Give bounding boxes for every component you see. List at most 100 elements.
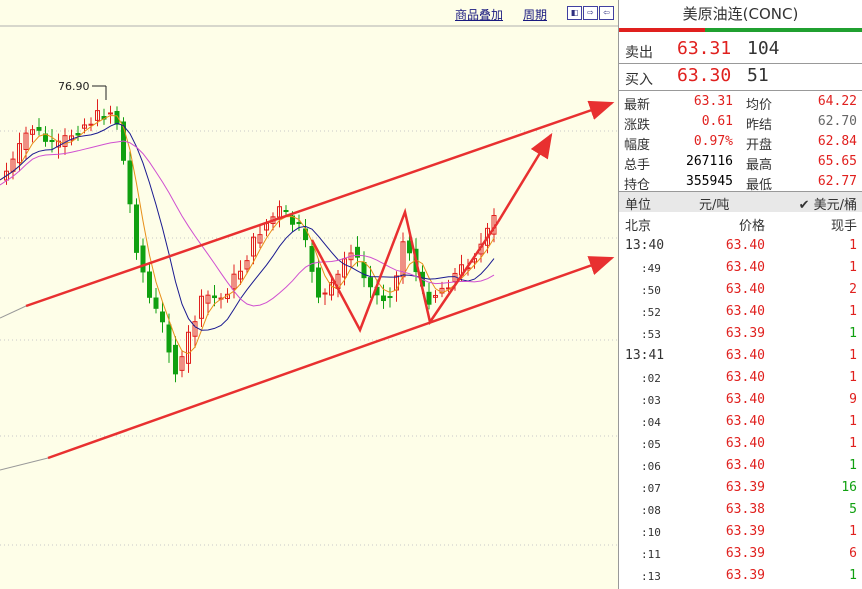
bid-volume: 51 xyxy=(747,65,769,86)
tick-volume: 1 xyxy=(849,304,857,319)
channel-extension xyxy=(0,305,27,319)
stat-value: 65.65 xyxy=(817,154,857,169)
tick-time: :08 xyxy=(641,504,661,517)
candle-body xyxy=(160,311,165,323)
candle-body xyxy=(88,123,94,126)
candle-body xyxy=(140,245,146,273)
tick-price: 63.39 xyxy=(725,568,765,583)
breakout-arrow xyxy=(496,132,553,223)
tick-price: 63.40 xyxy=(725,260,765,275)
candle-body xyxy=(381,295,386,302)
tick-time: :52 xyxy=(641,306,661,319)
candle-body xyxy=(212,295,217,299)
tick-time: :53 xyxy=(641,328,661,341)
candle-body xyxy=(153,297,159,309)
instrument-title: 美原油连(CONC) xyxy=(682,5,799,23)
tick-row: :02 63.40 1 xyxy=(619,367,862,389)
candle-body xyxy=(134,204,139,253)
tick-volume: 1 xyxy=(849,370,857,385)
ask-label: 卖出 xyxy=(625,45,653,61)
tick-volume: 1 xyxy=(849,436,857,451)
arrow-left-icon[interactable]: ⇦ xyxy=(599,6,614,20)
tick-price: 63.39 xyxy=(725,326,765,341)
stat-value: 64.22 xyxy=(817,94,857,109)
tick-volume: 1 xyxy=(849,458,857,473)
tick-row: :08 63.38 5 xyxy=(619,499,862,521)
stat-value: 0.61 xyxy=(701,114,733,129)
stat-row: 涨跌 0.61 昨结 62.70 xyxy=(619,112,862,133)
candle-body xyxy=(166,324,172,353)
tick-time: 13:40 xyxy=(625,238,665,253)
stat-value: 63.31 xyxy=(693,94,733,109)
stat-value: 62.70 xyxy=(817,114,857,129)
panel-toggle-icon[interactable]: ◧ xyxy=(567,6,582,20)
tick-row: :05 63.40 1 xyxy=(619,433,862,455)
ticks-price-header: 价格 xyxy=(738,219,765,234)
tick-price: 63.40 xyxy=(725,282,765,297)
tick-volume: 1 xyxy=(849,348,857,363)
tick-row: :03 63.40 9 xyxy=(619,389,862,411)
stat-row: 持仓 355945 最低 62.77 xyxy=(619,172,862,193)
stat-row: 最新 63.31 均价 64.22 xyxy=(619,92,862,113)
tick-price: 63.39 xyxy=(725,480,765,495)
unit-per-barrel-option[interactable]: ✔ 美元/桶 xyxy=(799,194,857,213)
stat-label: 总手 xyxy=(624,158,651,173)
arrow-right-icon[interactable]: ⇨ xyxy=(583,6,598,20)
candle-body xyxy=(147,271,152,298)
tick-price: 63.40 xyxy=(725,238,765,253)
divider xyxy=(619,90,862,91)
tick-row: :04 63.40 1 xyxy=(619,411,862,433)
tick-time: :10 xyxy=(641,526,661,539)
tick-row: 13:40 63.40 1 xyxy=(619,235,862,257)
tick-row: :52 63.40 1 xyxy=(619,301,862,323)
unit-per-ton-option[interactable]: 元/吨 xyxy=(699,194,729,213)
candle-body xyxy=(322,292,328,295)
bid-row: 买入 63.30 51 xyxy=(619,64,862,90)
unit-row: 单位 元/吨 ✔ 美元/桶 xyxy=(619,192,862,213)
tick-volume: 1 xyxy=(849,326,857,341)
tick-time: :06 xyxy=(641,460,661,473)
tick-time: :03 xyxy=(641,394,661,407)
candle-body xyxy=(283,210,289,212)
candle-body xyxy=(309,246,315,272)
tick-row: 13:41 63.40 1 xyxy=(619,345,862,367)
tick-time: :11 xyxy=(641,548,661,561)
stat-row: 总手 267116 最高 65.65 xyxy=(619,152,862,173)
tick-price: 63.40 xyxy=(725,304,765,319)
candle-body xyxy=(75,133,81,136)
overlay-commodity-link[interactable]: 商品叠加 xyxy=(455,6,503,23)
unit-label: 单位 xyxy=(625,198,652,213)
stat-label: 均价 xyxy=(746,98,773,113)
tick-row: :53 63.39 1 xyxy=(619,323,862,345)
tick-price: 63.40 xyxy=(725,370,765,385)
candle-body xyxy=(36,127,42,131)
title-color-bar xyxy=(619,28,862,32)
tick-time: :04 xyxy=(641,416,661,429)
tick-row: :49 63.40 1 xyxy=(619,257,862,279)
tick-price: 63.40 xyxy=(725,414,765,429)
tick-volume: 1 xyxy=(849,568,857,583)
stat-label: 最高 xyxy=(746,158,773,173)
candle-body xyxy=(316,267,321,298)
tick-volume: 1 xyxy=(849,260,857,275)
tick-volume: 16 xyxy=(841,480,857,495)
candle-body xyxy=(368,277,373,288)
tick-volume: 5 xyxy=(849,502,857,517)
ticks-volume-header: 现手 xyxy=(830,219,857,234)
ticks-header: 北京 价格 现手 xyxy=(619,213,862,234)
stat-value: 355945 xyxy=(686,174,733,189)
high-price-label: 76.90 xyxy=(58,80,90,93)
tick-price: 63.39 xyxy=(725,524,765,539)
stat-label: 开盘 xyxy=(746,138,773,153)
period-link[interactable]: 周期 xyxy=(523,6,547,23)
tick-time: :07 xyxy=(641,482,661,495)
candle-body xyxy=(173,344,178,375)
tick-row: :13 63.39 1 xyxy=(619,565,862,587)
price-chart-panel[interactable]: 76.90 商品叠加 周期 ◧ ⇨ ⇦ xyxy=(0,0,618,589)
candle-body xyxy=(426,291,432,305)
tick-price: 63.40 xyxy=(725,392,765,407)
stat-value: 0.97% xyxy=(693,134,733,149)
tick-time: :13 xyxy=(641,570,661,583)
tick-volume: 1 xyxy=(849,238,857,253)
candlestick-chart[interactable]: 76.90 xyxy=(0,0,618,589)
